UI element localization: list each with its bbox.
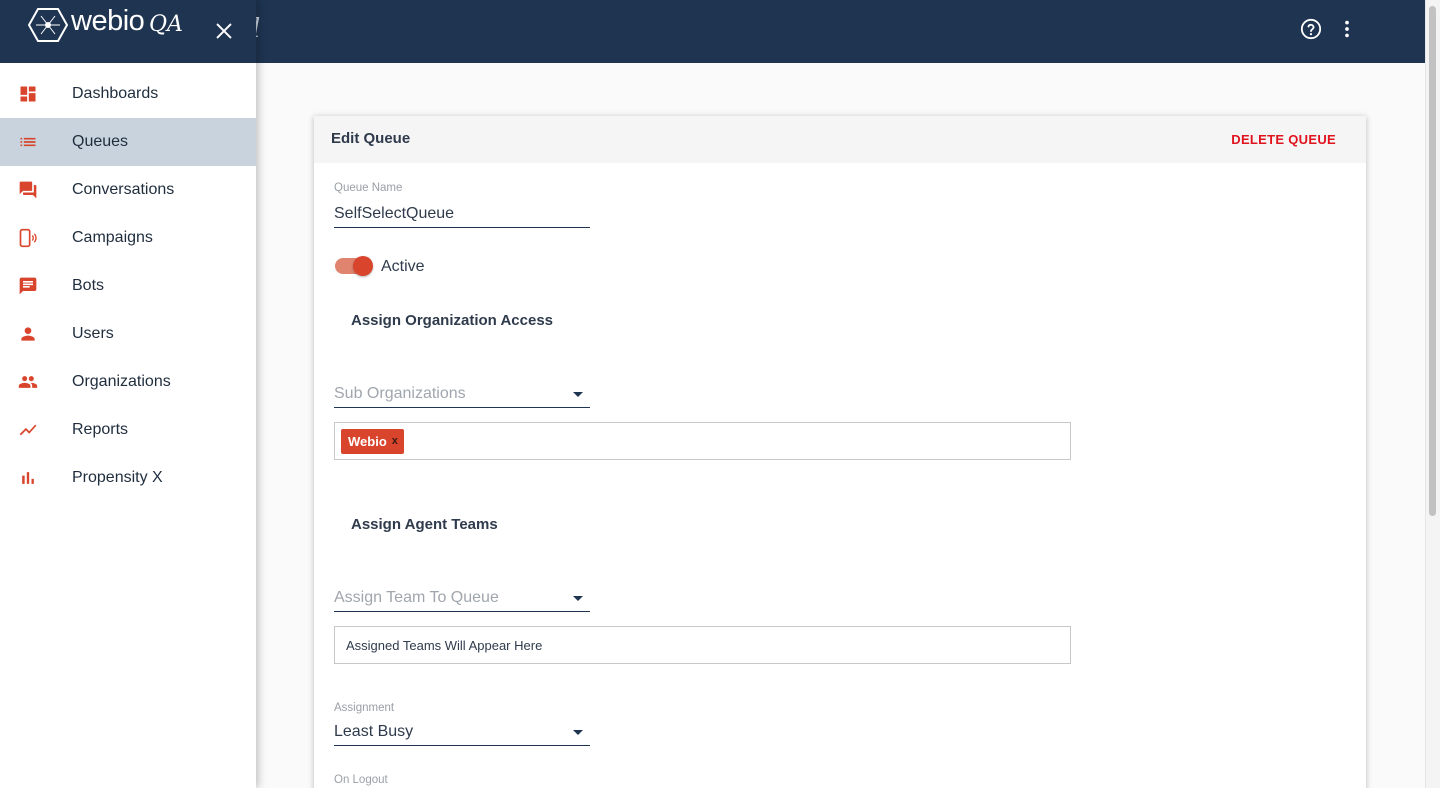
more-vert-icon[interactable] [1336,18,1358,40]
sidebar-item-conversations[interactable]: Conversations [0,166,256,214]
sidebar-item-users[interactable]: Users [0,310,256,358]
phone-signal-icon [19,228,37,248]
card-title: Edit Queue [331,130,411,147]
sidebar-item-queues[interactable]: Queues [0,118,256,166]
sidebar-item-label: Organizations [72,373,171,390]
sidebar-item-label: Propensity X [72,469,163,486]
list-icon [20,137,36,147]
sidebar-item-label: Bots [72,277,105,294]
logo-text: webio [71,5,145,37]
webio-logo-icon [28,8,68,42]
card-header: Edit Queue DELETE QUEUE [314,116,1366,163]
active-label: Active [381,258,425,275]
sidebar-item-label: Dashboards [72,85,159,102]
active-toggle[interactable] [335,256,373,276]
close-icon[interactable] [213,20,235,42]
assign-team-placeholder: Assign Team To Queue [334,589,499,606]
org-chip: Webio x [341,429,404,454]
page-scrollbar-thumb[interactable] [1429,6,1436,516]
assignment-value: Least Busy [334,723,414,740]
sidebar-item-organizations[interactable]: Organizations [0,358,256,406]
org-chip-label: Webio [348,434,387,449]
sidebar-item-label: Queues [72,133,129,150]
org-access-title: Assign Organization Access [351,312,554,329]
bar-chart-icon [22,472,34,484]
sidebar-item-campaigns[interactable]: Campaigns [0,214,256,262]
assigned-teams-empty-text: Assigned Teams Will Appear Here [346,638,543,653]
agent-teams-title: Assign Agent Teams [351,516,498,533]
chevron-down-icon [573,730,583,735]
sidebar-item-dashboards[interactable]: Dashboards [0,70,256,118]
queue-name-label: Queue Name [334,182,403,194]
side-drawer: webio QA Dashboards Queues Conversations… [0,0,256,788]
edit-queue-card: Edit Queue DELETE QUEUE Queue Name SelfS… [314,116,1366,788]
chevron-down-icon [573,392,583,397]
trend-icon [19,424,37,436]
topbar-actions [1300,18,1358,40]
people-icon [18,376,38,388]
logo-suffix: QA [149,12,183,37]
on-logout-label: On Logout [334,774,388,786]
sidebar-nav: Dashboards Queues Conversations Campaign… [0,70,256,502]
person-icon [21,327,35,341]
sidebar-item-label: Users [72,325,114,342]
assign-team-select[interactable]: Assign Team To Queue [334,586,590,612]
chat-icon [19,277,37,295]
chevron-down-icon [573,596,583,601]
dashboard-icon [20,86,36,102]
sidebar-item-label: Reports [72,421,129,438]
sidebar-item-label: Conversations [72,181,175,198]
delete-queue-button[interactable]: DELETE QUEUE [1231,132,1336,147]
queue-name-input[interactable]: SelfSelectQueue [334,205,590,228]
sub-organizations-select[interactable]: Sub Organizations [334,382,590,408]
assignment-label: Assignment [334,702,395,714]
sidebar-item-bots[interactable]: Bots [0,262,256,310]
toggle-knob [353,256,373,276]
sidebar-item-propensity-x[interactable]: Propensity X [0,454,256,502]
sidebar-item-label: Campaigns [72,229,153,246]
assignment-select[interactable]: Least Busy [334,720,590,746]
sidebar-item-reports[interactable]: Reports [0,406,256,454]
forum-icon [19,181,37,199]
org-chip-container: Webio x [334,422,1071,460]
drawer-header: webio QA [0,0,256,63]
sub-organizations-placeholder: Sub Organizations [334,385,466,402]
assigned-teams-box: Assigned Teams Will Appear Here [334,626,1071,664]
chip-remove-icon[interactable]: x [392,435,398,454]
help-circle-icon[interactable] [1300,18,1322,40]
